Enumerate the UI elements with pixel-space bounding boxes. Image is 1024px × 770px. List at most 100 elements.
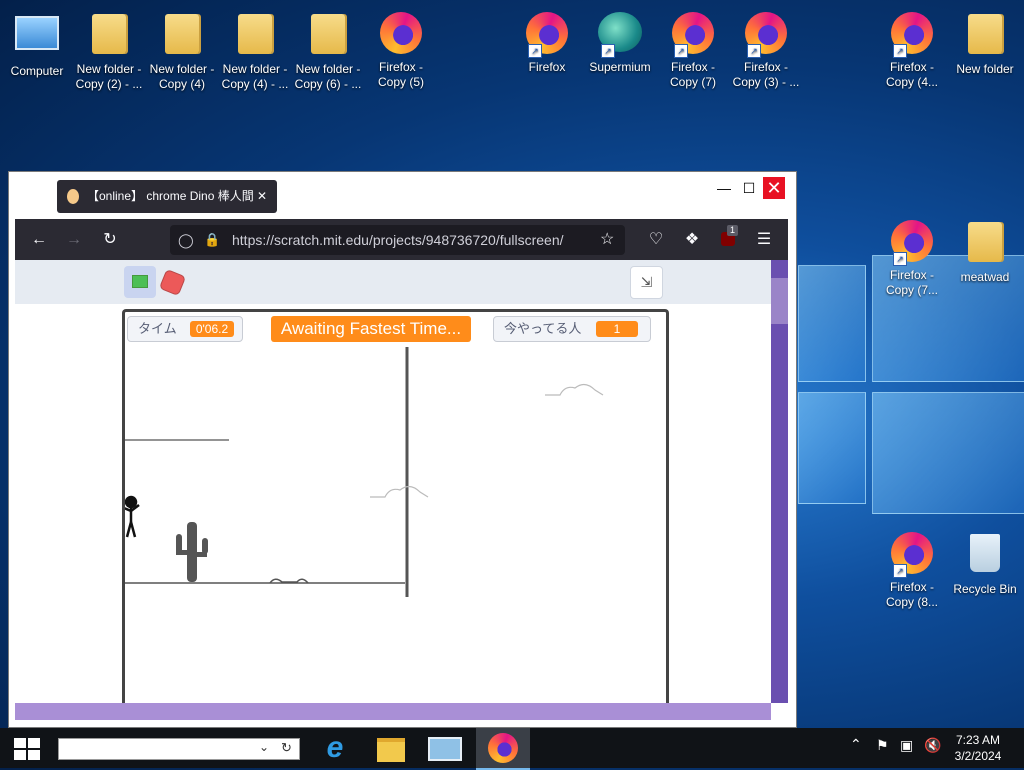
desktop-icon-label: Supermium: [589, 60, 651, 74]
desktop-icon-supermium[interactable]: ↗ Supermium: [583, 8, 657, 75]
desktop-icon-label: New folder - Copy (2) - ...: [75, 62, 143, 91]
url-text: https://scratch.mit.edu/projects/9487367…: [232, 232, 564, 248]
page-content: ⇲ タイム 0'06.2 Awaiting Fastest Time... 今や…: [15, 260, 771, 707]
desktop-icon-folder[interactable]: New folder - Copy (2) - ...: [72, 8, 146, 92]
cloud: [545, 383, 604, 396]
wallpaper-pane: [798, 392, 866, 504]
file-explorer-taskbar-icon[interactable]: [368, 728, 414, 768]
desktop-icon-folder[interactable]: New folder - Copy (6) - ...: [291, 8, 365, 92]
wallpaper-pane: [798, 265, 866, 382]
firefox-taskbar-icon[interactable]: [476, 728, 530, 770]
supermium-icon: ↗: [597, 12, 643, 58]
desktop-icon-label: Recycle Bin: [953, 582, 1017, 596]
volume-muted-icon[interactable]: 🔇: [924, 737, 941, 754]
game-scene: [125, 347, 604, 597]
network-icon[interactable]: ▣: [900, 737, 913, 754]
back-button[interactable]: ←: [24, 219, 54, 260]
bookmark-star-icon[interactable]: ☆: [600, 225, 614, 255]
close-button[interactable]: ✕: [763, 177, 785, 199]
scratch-stage[interactable]: タイム 0'06.2 Awaiting Fastest Time... 今やって…: [122, 309, 669, 707]
pocket-button[interactable]: ♡: [641, 219, 671, 260]
desktop-icon-label: New folder: [956, 62, 1014, 76]
shield-icon[interactable]: ◯: [178, 225, 194, 255]
folder-icon: [962, 14, 1008, 60]
extensions-button[interactable]: ❖: [677, 219, 707, 260]
green-flag-icon: [132, 275, 148, 288]
stop-button[interactable]: [158, 268, 187, 297]
desktop-icon-label: Firefox: [528, 60, 566, 74]
start-button[interactable]: [14, 738, 40, 760]
desktop-icon-firefox[interactable]: Firefox - Copy (5): [364, 8, 438, 90]
tab-title: 【online】 chrome Dino 棒人間: [87, 189, 254, 203]
desktop-icon-firefox[interactable]: ↗ Firefox - Copy (7): [656, 8, 730, 90]
clock[interactable]: 7:23 AM 3/2/2024: [950, 732, 1006, 764]
url-bar[interactable]: ◯ 🔒 https://scratch.mit.edu/projects/948…: [170, 225, 625, 255]
folder-icon: [159, 14, 205, 60]
firefox-toolbar: ← → ↻ ◯ 🔒 https://scratch.mit.edu/projec…: [15, 219, 788, 260]
tab-tooltip[interactable]: 【online】 chrome Dino 棒人間 ✕: [57, 180, 277, 213]
desktop-icon-label: New folder - Copy (6) - ...: [294, 62, 362, 91]
desktop-icon-firefox[interactable]: ↗ Firefox - Copy (7...: [875, 216, 949, 298]
folder-icon: [232, 14, 278, 60]
firefox-icon: ↗: [743, 12, 789, 58]
desktop-icon-firefox[interactable]: ↗ Firefox - Copy (3) - ...: [729, 8, 803, 90]
refresh-icon[interactable]: ↻: [281, 740, 292, 756]
firefox-icon: ↗: [889, 12, 935, 58]
desktop-icon-label: Firefox - Copy (4...: [885, 60, 939, 89]
desktop-icon-computer[interactable]: Computer: [0, 8, 74, 79]
ublock-extension-icon[interactable]: 1: [713, 219, 743, 260]
desktop-icon-folder[interactable]: New folder: [948, 8, 1022, 77]
desktop-icon-folder[interactable]: New folder - Copy (4) - ...: [218, 8, 292, 92]
desktop-icon-folder[interactable]: meatwad: [948, 216, 1022, 285]
desktop-icon-bin[interactable]: Recycle Bin: [948, 528, 1022, 597]
cloud: [370, 485, 429, 498]
menu-button[interactable]: ☰: [749, 219, 779, 260]
desktop-icon-label: Computer: [10, 64, 64, 78]
lock-icon[interactable]: 🔒: [204, 225, 220, 255]
forward-button[interactable]: →: [59, 219, 89, 260]
desktop-icon-label: New folder - Copy (4) - ...: [221, 62, 289, 91]
firefox-icon: ↗: [670, 12, 716, 58]
desktop-icon-label: meatwad: [960, 270, 1010, 284]
desktop-icon-label: Firefox - Copy (7): [669, 60, 716, 89]
extension-badge: 1: [727, 225, 739, 236]
clock-time: 7:23 AM: [955, 733, 1001, 747]
stick-figure: [125, 495, 140, 538]
ie-taskbar-icon[interactable]: e: [312, 728, 358, 768]
desktop-icon-firefox[interactable]: ↗ Firefox - Copy (4...: [875, 8, 949, 90]
green-flag-button[interactable]: [124, 266, 156, 298]
minimize-button[interactable]: —: [713, 177, 735, 199]
desktop-icon-label: Firefox - Copy (5): [377, 60, 424, 89]
firefox-icon: ↗: [889, 220, 935, 266]
vertical-scrollbar[interactable]: [771, 260, 788, 703]
tray-overflow-icon[interactable]: ⌃: [850, 736, 862, 753]
desktop-icon-firefox[interactable]: ↗ Firefox: [510, 8, 584, 75]
chevron-down-icon[interactable]: ⌄: [259, 740, 269, 754]
computer-icon: [14, 16, 60, 62]
scroll-thumb[interactable]: [771, 278, 788, 324]
firefox-icon: ↗: [889, 532, 935, 578]
desktop-icon-label: Firefox - Copy (3) - ...: [732, 60, 800, 89]
horizontal-scrollbar[interactable]: [15, 703, 771, 720]
tab-favicon-icon: [67, 189, 79, 204]
folder-icon: [962, 222, 1008, 268]
folder-icon: [86, 14, 132, 60]
server-manager-taskbar-icon[interactable]: [420, 728, 466, 768]
desktop-icon-label: Firefox - Copy (8...: [885, 580, 939, 609]
reload-button[interactable]: ↻: [95, 219, 125, 260]
folder-icon: [305, 14, 351, 60]
desktop-icon-label: New folder - Copy (4): [149, 62, 215, 91]
wallpaper-pane: [872, 392, 1024, 514]
cactus: [176, 522, 208, 582]
desktop-icon-folder[interactable]: New folder - Copy (4): [145, 8, 219, 92]
taskbar-search-input[interactable]: ⌄ ↻: [58, 738, 300, 760]
tab-close-icon[interactable]: ✕: [257, 180, 269, 213]
action-center-flag-icon[interactable]: ⚑: [876, 737, 889, 754]
firefox-icon: [378, 12, 424, 58]
exit-fullscreen-button[interactable]: ⇲: [630, 266, 663, 299]
maximize-button[interactable]: ☐: [738, 177, 760, 199]
scratch-stage-header: ⇲: [15, 260, 771, 304]
desktop-icon-firefox[interactable]: ↗ Firefox - Copy (8...: [875, 528, 949, 610]
desktop-icon-label: Firefox - Copy (7...: [885, 268, 939, 297]
bin-icon: [962, 534, 1008, 580]
